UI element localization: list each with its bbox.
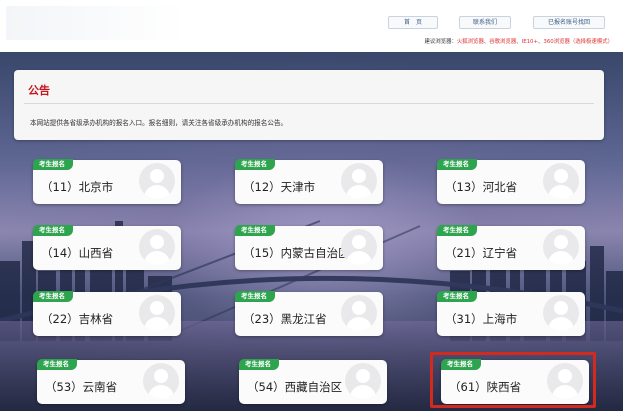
- province-label: （23）黑龙江省: [243, 312, 327, 326]
- user-placeholder-icon: [139, 163, 175, 199]
- province-card-liaoning[interactable]: 考生报名 （21）辽宁省: [437, 225, 585, 270]
- selection-highlight-frame: [430, 352, 596, 408]
- user-placeholder-icon: [345, 363, 381, 399]
- province-card-hebei[interactable]: 考生报名 （13）河北省: [437, 159, 585, 204]
- province-label: （15）内蒙古自治区: [243, 246, 350, 260]
- province-card-shanxi[interactable]: 考生报名 （14）山西省: [33, 225, 181, 270]
- user-placeholder-icon: [341, 163, 377, 199]
- user-placeholder-icon: [341, 229, 377, 265]
- user-placeholder-icon: [139, 229, 175, 265]
- registration-badge: 考生报名: [235, 159, 275, 170]
- registration-badge: 考生报名: [239, 359, 279, 370]
- announcement-panel: 公告 本网站提供各省级承办机构的报名入口。报名细则，请关注各省级承办机构的报名公…: [14, 70, 604, 140]
- province-card-beijing[interactable]: 考生报名 （11）北京市: [33, 159, 181, 204]
- province-label: （12）天津市: [243, 180, 316, 194]
- user-placeholder-icon: [543, 163, 579, 199]
- province-label: （31）上海市: [445, 312, 518, 326]
- province-label: （21）辽宁省: [445, 246, 518, 260]
- browser-recommendation: 建议浏览器：火狐浏览器、谷歌浏览器、IE10+、360浏览器（选择极速模式）: [425, 37, 613, 45]
- site-logo-area: [6, 6, 186, 40]
- registration-badge: 考生报名: [33, 291, 73, 302]
- browser-ie: IE10+: [521, 39, 538, 45]
- user-placeholder-icon: [543, 229, 579, 265]
- nav-home-button[interactable]: 首 页: [388, 16, 438, 29]
- announcement-text: 本网站提供各省级承办机构的报名入口。报名细则，请关注各省级承办机构的报名公告。: [30, 119, 288, 127]
- province-label: （22）吉林省: [41, 312, 114, 326]
- user-placeholder-icon: [143, 363, 179, 399]
- registration-badge: 考生报名: [437, 159, 477, 170]
- user-placeholder-icon: [543, 295, 579, 331]
- registration-badge: 考生报名: [437, 225, 477, 236]
- top-header: 首 页 联系我们 已报名账号找回 建议浏览器：火狐浏览器、谷歌浏览器、IE10+…: [0, 0, 623, 52]
- province-card-tibet[interactable]: 考生报名 （54）西藏自治区: [239, 359, 387, 404]
- nav-account-recovery-button[interactable]: 已报名账号找回: [533, 16, 605, 29]
- registration-badge: 考生报名: [33, 225, 73, 236]
- nav-contact-button[interactable]: 联系我们: [459, 16, 511, 29]
- registration-badge: 考生报名: [33, 159, 73, 170]
- province-label: （53）云南省: [45, 380, 118, 394]
- province-label: （11）北京市: [41, 180, 114, 194]
- browser-chrome: 谷歌浏览器: [489, 39, 517, 45]
- user-placeholder-icon: [341, 295, 377, 331]
- browser-360: 360浏览器（选择极速模式）: [543, 39, 613, 45]
- province-label: （14）山西省: [41, 246, 114, 260]
- announcement-title: 公告: [28, 84, 50, 97]
- registration-badge: 考生报名: [437, 291, 477, 302]
- province-card-yunnan[interactable]: 考生报名 （53）云南省: [37, 359, 185, 404]
- registration-badge: 考生报名: [235, 291, 275, 302]
- browser-tip-prefix: 建议浏览器：: [424, 39, 457, 45]
- province-card-inner-mongolia[interactable]: 考生报名 （15）内蒙古自治区: [235, 225, 383, 270]
- divider: [24, 103, 594, 104]
- province-card-shanghai[interactable]: 考生报名 （31）上海市: [437, 291, 585, 336]
- registration-badge: 考生报名: [235, 225, 275, 236]
- province-label: （13）河北省: [445, 180, 518, 194]
- user-placeholder-icon: [139, 295, 175, 331]
- province-label: （54）西藏自治区: [247, 380, 343, 394]
- province-card-heilongjiang[interactable]: 考生报名 （23）黑龙江省: [235, 291, 383, 336]
- registration-badge: 考生报名: [37, 359, 77, 370]
- province-card-tianjin[interactable]: 考生报名 （12）天津市: [235, 159, 383, 204]
- browser-firefox: 火狐浏览器: [456, 39, 484, 45]
- province-card-jilin[interactable]: 考生报名 （22）吉林省: [33, 291, 181, 336]
